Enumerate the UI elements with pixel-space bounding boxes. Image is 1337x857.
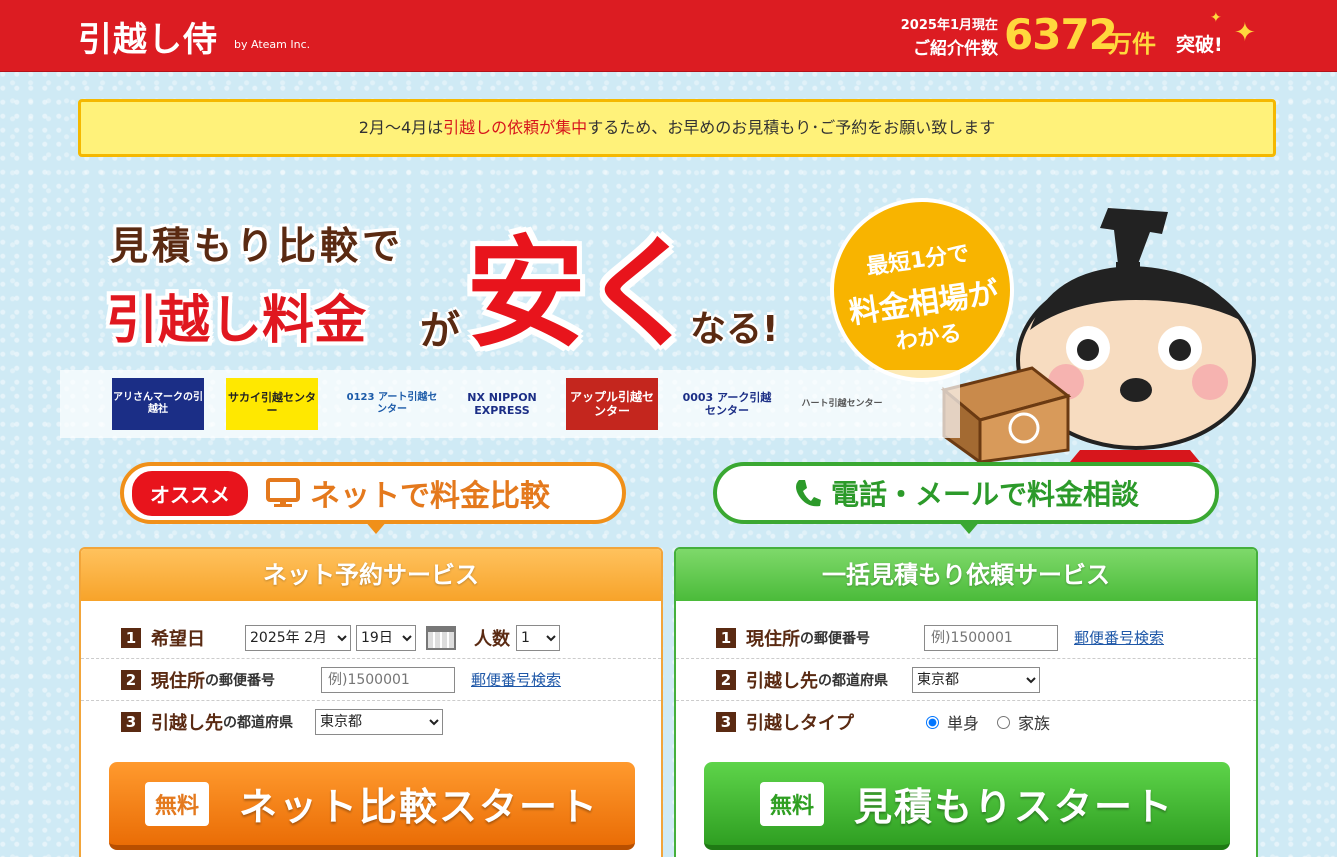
sparkle-icon: ✦ bbox=[1210, 10, 1222, 26]
family-label: 家族 bbox=[1018, 714, 1051, 733]
calendar-icon[interactable] bbox=[426, 625, 456, 650]
bulk-estimate-panel: 一括見積もり依頼サービス 1 現住所 の郵便番号 郵便番号検索 2 引越し先 の… bbox=[674, 547, 1258, 857]
referral-count-unit: 万件 bbox=[1108, 30, 1156, 58]
tab-pointer bbox=[957, 520, 981, 534]
net-reservation-title: ネット予約サービス bbox=[81, 549, 661, 601]
step-number: 2 bbox=[121, 669, 141, 690]
net-reservation-panel: ネット予約サービス 1 希望日 2025年 2月 19日 人数 1 2 現住所 … bbox=[79, 547, 663, 857]
row-desired-date: 1 希望日 2025年 2月 19日 人数 1 bbox=[81, 617, 661, 659]
tab-net-compare-label: ネットで料金比較 bbox=[310, 479, 550, 514]
move-type-family-radio[interactable]: 家族 bbox=[997, 710, 1050, 734]
single-label: 単身 bbox=[947, 714, 980, 733]
move-type-single-radio[interactable]: 単身 bbox=[926, 710, 979, 734]
recommend-badge: オススメ bbox=[130, 468, 250, 518]
current-zip-input[interactable] bbox=[924, 624, 1058, 651]
notice-highlight: 引越しの依頼が集中 bbox=[443, 118, 588, 137]
tab-phone-mail-label: 電話・メールで料金相談 bbox=[830, 478, 1139, 511]
destination-pref-select[interactable]: 東京都 bbox=[912, 666, 1040, 693]
estimate-start-button[interactable]: 無料 見積もりスタート bbox=[704, 762, 1230, 850]
current-address-label: 現住所 bbox=[151, 670, 205, 692]
row-destination-pref: 2 引越し先 の都道府県 東京都 bbox=[676, 659, 1256, 701]
destination-pref-select[interactable]: 東京都 bbox=[315, 709, 443, 735]
free-badge: 無料 bbox=[144, 781, 209, 826]
estimate-start-label: 見積もりスタート bbox=[854, 785, 1175, 829]
header-note: 2025年1月現在 ご紹介件数 bbox=[880, 14, 998, 59]
zip-search-link[interactable]: 郵便番号検索 bbox=[1074, 627, 1164, 648]
hero-headline-1: 見積もり比較で bbox=[110, 224, 405, 268]
logo-ark: 0003 アーク引越センター bbox=[682, 390, 772, 417]
monitor-icon bbox=[266, 478, 300, 507]
desired-date-label: 希望日 bbox=[151, 628, 205, 650]
referral-count: 6372 bbox=[1004, 10, 1118, 59]
site-logo[interactable]: 引越し侍 bbox=[78, 12, 218, 61]
header-note-date: 2025年1月現在 bbox=[900, 18, 998, 33]
day-select[interactable]: 19日 bbox=[356, 624, 416, 651]
mover-logos-strip: アリさんマークの引越社 サカイ引越センター 0123 アート引越センター NX … bbox=[60, 370, 960, 438]
net-compare-start-button[interactable]: 無料 ネット比較スタート bbox=[109, 762, 635, 850]
tab-pointer bbox=[364, 520, 388, 534]
step-number: 3 bbox=[716, 712, 736, 732]
free-badge: 無料 bbox=[759, 781, 824, 826]
pref-label-suffix: の都道府県 bbox=[818, 672, 888, 689]
row-destination-pref: 3 引越し先 の都道府県 東京都 bbox=[81, 701, 661, 743]
hero-particle: が bbox=[420, 308, 460, 354]
single-radio-input[interactable] bbox=[926, 715, 939, 729]
site-header: 引越し侍 by Ateam Inc. 2025年1月現在 ご紹介件数 6372 … bbox=[0, 0, 1337, 72]
move-type-label: 引越しタイプ bbox=[746, 713, 854, 734]
destination-label: 引越し先 bbox=[151, 713, 223, 734]
people-label: 人数 bbox=[474, 628, 510, 650]
zip-label-suffix: の郵便番号 bbox=[205, 672, 275, 689]
row-move-type: 3 引越しタイプ 単身 家族 bbox=[676, 701, 1256, 743]
logo-art: 0123 アート引越センター bbox=[346, 392, 438, 415]
hero-headline-2: 引越し料金 bbox=[106, 291, 367, 351]
destination-label: 引越し先 bbox=[746, 670, 818, 692]
step-number: 1 bbox=[716, 627, 736, 648]
logo-heart: ハート引越センター bbox=[801, 398, 883, 409]
logo-subtitle: by Ateam Inc. bbox=[234, 38, 311, 51]
logo-apple: アップル引越センター bbox=[566, 378, 658, 430]
header-note-label: ご紹介件数 bbox=[913, 39, 998, 59]
notice-text-post: するため、お早めのお見積もり･ご予約をお願い致します bbox=[587, 118, 996, 137]
hero-big-text: 安く bbox=[466, 225, 702, 364]
net-compare-start-label: ネット比較スタート bbox=[239, 785, 600, 829]
pref-label-suffix: の都道府県 bbox=[223, 715, 293, 731]
row-current-zip: 2 現住所 の郵便番号 郵便番号検索 bbox=[81, 659, 661, 701]
family-radio-input[interactable] bbox=[997, 715, 1011, 729]
step-number: 1 bbox=[121, 627, 141, 648]
step-number: 2 bbox=[716, 669, 736, 690]
logo-sakai: サカイ引越センター bbox=[226, 378, 318, 430]
people-select[interactable]: 1 bbox=[516, 624, 560, 651]
step-number: 3 bbox=[121, 712, 141, 732]
busy-season-notice: 2月〜4月は引越しの依頼が集中するため、お早めのお見積もり･ご予約をお願い致しま… bbox=[78, 99, 1276, 157]
samurai-mascot-illustration bbox=[940, 208, 1256, 462]
notice-text-pre: 2月〜4月は bbox=[358, 118, 444, 137]
current-address-label: 現住所 bbox=[746, 628, 800, 650]
month-select[interactable]: 2025年 2月 bbox=[245, 624, 351, 651]
hero-ending: なる! bbox=[690, 309, 779, 350]
logo-arisan: アリさんマークの引越社 bbox=[112, 378, 204, 430]
tab-phone-mail-consult[interactable]: 電話・メールで料金相談 bbox=[713, 462, 1219, 534]
phone-icon bbox=[795, 480, 821, 507]
zip-label-suffix: の郵便番号 bbox=[800, 630, 870, 647]
current-zip-input[interactable] bbox=[321, 666, 455, 693]
tab-net-compare[interactable]: オススメ ネットで料金比較 bbox=[120, 462, 626, 534]
row-current-zip: 1 現住所 の郵便番号 郵便番号検索 bbox=[676, 617, 1256, 659]
referral-count-tail: 突破! bbox=[1176, 34, 1223, 56]
sparkle-icon: ✦ bbox=[1234, 18, 1256, 48]
zip-search-link[interactable]: 郵便番号検索 bbox=[471, 669, 561, 690]
bulk-estimate-title: 一括見積もり依頼サービス bbox=[676, 549, 1256, 601]
logo-nx: NX NIPPON EXPRESS bbox=[467, 390, 537, 417]
